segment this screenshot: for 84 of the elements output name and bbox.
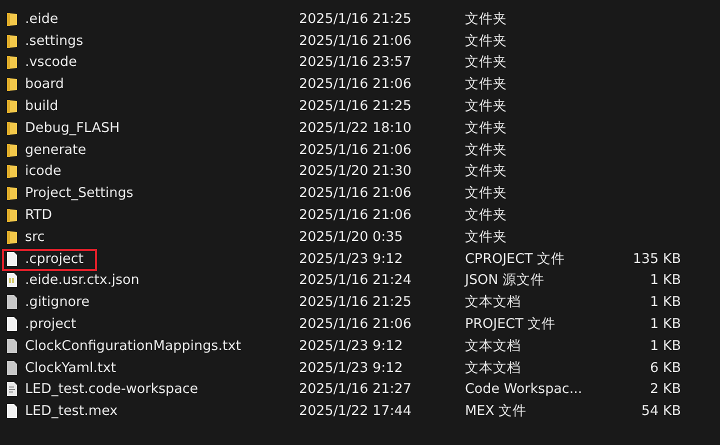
file-type: 文件夹 [465, 75, 508, 94]
file-name[interactable]: Debug_FLASH [25, 120, 120, 136]
file-type: 文件夹 [465, 140, 508, 159]
modified-date: 2025/1/23 9:12 [299, 360, 404, 376]
modified-date: 2025/1/16 21:06 [299, 76, 412, 92]
folder-icon [6, 98, 18, 114]
folder-icon [6, 228, 18, 245]
file-name[interactable]: .cproject [25, 250, 84, 267]
file-name[interactable]: icode [25, 163, 62, 180]
folder-icon [6, 10, 18, 27]
file-type: 文本文档 [465, 293, 522, 312]
modified-date: 2025/1/22 18:10 [299, 120, 412, 136]
lined-file-icon [6, 381, 18, 398]
modified-date: 2025/1/16 21:25 [299, 294, 412, 310]
file-name[interactable]: .eide.usr.ctx.json [25, 272, 140, 288]
file-name[interactable]: generate [25, 142, 86, 158]
folder-icon [6, 142, 18, 158]
file-name[interactable]: .eide [25, 10, 58, 27]
file-name[interactable]: ClockConfigurationMappings.txt [25, 338, 242, 354]
folder-icon [6, 185, 18, 202]
document-icon [6, 250, 18, 267]
file-name[interactable]: .gitignore [25, 294, 90, 310]
modified-date: 2025/1/16 21:06 [299, 185, 412, 202]
file-type: 文件夹 [465, 32, 508, 50]
file-name[interactable]: .vscode [25, 54, 77, 70]
file-type: 文本文档 [465, 358, 522, 377]
folder-icon [6, 54, 18, 70]
file-type: 文件夹 [465, 97, 508, 116]
file-size: 54 KB [640, 403, 681, 420]
file-name[interactable]: src [25, 228, 45, 245]
file-size: 1 KB [649, 294, 681, 310]
modified-date: 2025/1/23 9:12 [299, 250, 404, 267]
modified-date: 2025/1/16 21:25 [299, 98, 412, 114]
file-type: PROJECT 文件 [465, 315, 557, 334]
modified-date: 2025/1/16 21:25 [299, 10, 412, 27]
file-name[interactable]: LED_test.mex [25, 403, 118, 420]
folder-icon [6, 207, 18, 224]
modified-date: 2025/1/20 21:30 [299, 163, 412, 180]
modified-date: 2025/1/16 23:57 [299, 54, 412, 70]
file-type: 文件夹 [465, 162, 508, 180]
document-icon [6, 316, 18, 332]
file-name[interactable]: RTD [25, 207, 52, 224]
modified-date: 2025/1/16 21:06 [299, 316, 412, 332]
file-size: 1 KB [649, 316, 681, 332]
file-type: CPROJECT 文件 [465, 250, 566, 268]
file-type: JSON 源文件 [465, 271, 546, 290]
modified-date: 2025/1/22 17:44 [299, 403, 412, 420]
file-name[interactable]: .settings [25, 32, 84, 49]
file-type: 文件夹 [465, 206, 508, 224]
file-name[interactable]: build [25, 98, 58, 114]
file-type: 文件夹 [465, 10, 508, 28]
file-type: 文本文档 [465, 336, 522, 355]
file-type: 文件夹 [465, 53, 508, 72]
modified-date: 2025/1/16 21:06 [299, 142, 412, 158]
file-size: 6 KB [649, 360, 681, 376]
folder-icon [6, 76, 18, 92]
file-size: 135 KB [632, 250, 681, 267]
json-file-icon [6, 272, 18, 288]
modified-date: 2025/1/16 21:24 [299, 272, 412, 288]
text-file-icon [6, 294, 18, 310]
text-file-icon [6, 360, 18, 376]
file-type: 文件夹 [465, 184, 508, 202]
file-name[interactable]: LED_test.code-workspace [25, 381, 198, 398]
file-name[interactable]: .project [25, 316, 76, 332]
text-file-icon [6, 338, 18, 354]
modified-date: 2025/1/23 9:12 [299, 338, 404, 354]
folder-icon [6, 163, 18, 180]
modified-date: 2025/1/16 21:27 [299, 381, 412, 398]
file-name[interactable]: Project_Settings [25, 185, 134, 202]
file-type: 文件夹 [465, 118, 508, 137]
folder-icon [6, 32, 18, 49]
file-size: 1 KB [649, 338, 681, 354]
modified-date: 2025/1/16 21:06 [299, 207, 412, 224]
file-name[interactable]: ClockYaml.txt [25, 360, 116, 376]
file-size: 1 KB [649, 272, 681, 288]
file-name[interactable]: board [25, 76, 64, 92]
file-type: Code Workspac... [465, 381, 584, 398]
file-size: 2 KB [649, 381, 681, 398]
folder-icon [6, 120, 18, 136]
document-icon [6, 403, 18, 420]
file-type: MEX 文件 [465, 402, 528, 420]
modified-date: 2025/1/20 0:35 [299, 228, 404, 245]
modified-date: 2025/1/16 21:06 [299, 32, 412, 49]
file-type: 文件夹 [465, 228, 508, 246]
